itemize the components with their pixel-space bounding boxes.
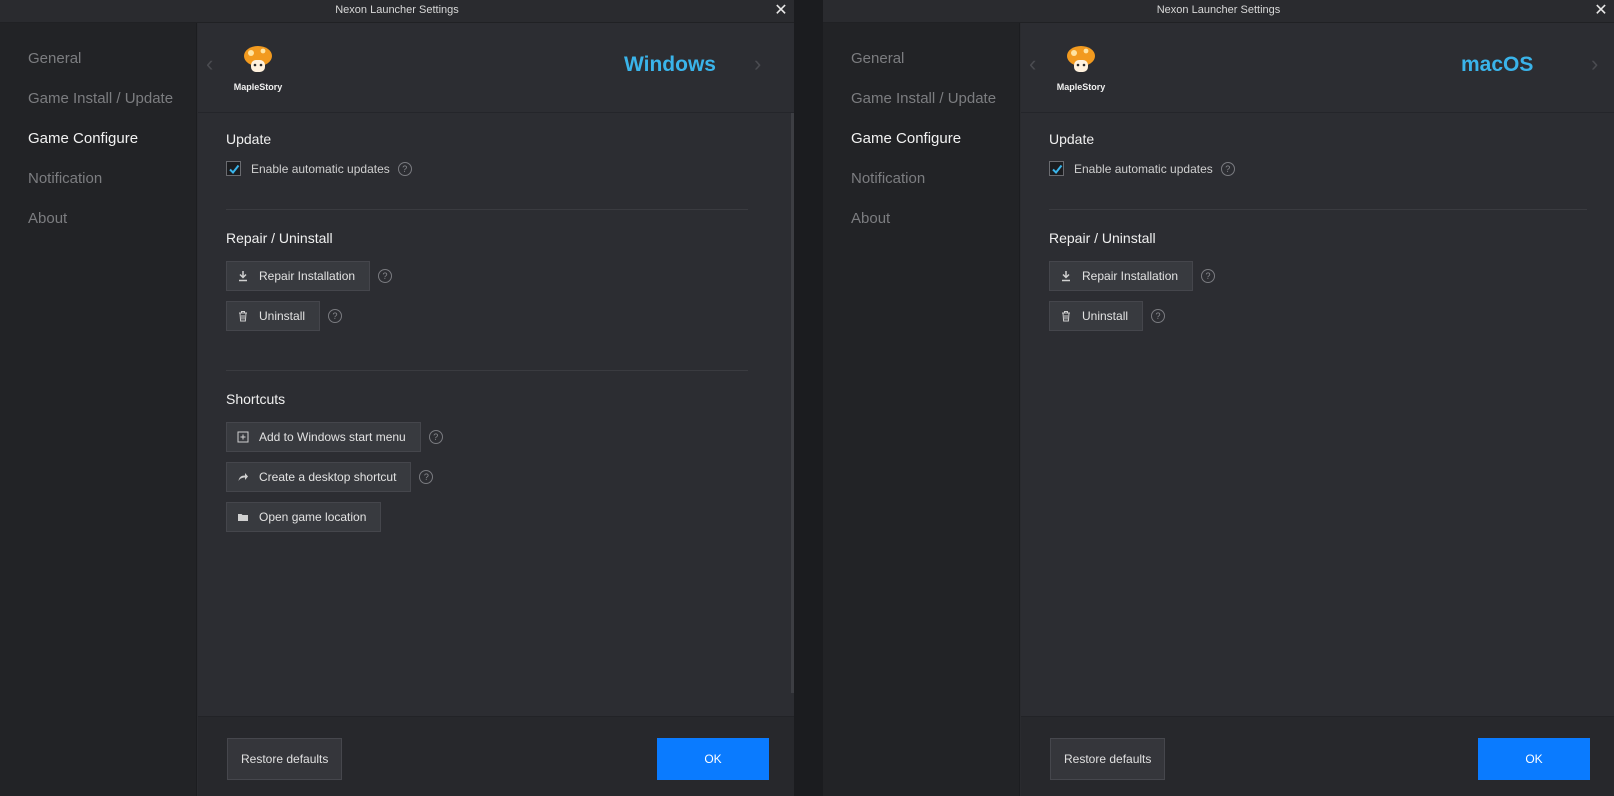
repair-section-title: Repair / Uninstall — [226, 230, 333, 246]
checkmark-icon — [228, 164, 239, 174]
repair-installation-label: Repair Installation — [1082, 269, 1179, 283]
auto-update-row: Enable automatic updates ? — [1049, 161, 1235, 176]
restore-defaults-button[interactable]: Restore defaults — [227, 738, 343, 780]
sidebar-item-game-configure[interactable]: Game Configure — [851, 130, 961, 147]
footer: Restore defaults OK — [1021, 716, 1614, 796]
trash-icon — [1060, 310, 1072, 322]
uninstall-row: Uninstall ? — [1049, 301, 1166, 331]
auto-update-label: Enable automatic updates — [1074, 161, 1213, 176]
desktop-shortcut-row: Create a desktop shortcut ? — [226, 462, 434, 492]
chevron-left-icon[interactable]: ‹ — [1029, 51, 1036, 77]
open-game-location-button[interactable]: Open game location — [226, 502, 382, 532]
game-header: ‹ MapleStory macOS › — [1021, 23, 1614, 113]
close-button[interactable]: ✕ — [772, 1, 790, 21]
main-panel: ‹ MapleStory Windows › Update Enable aut… — [198, 23, 794, 796]
divider — [226, 370, 748, 371]
auto-update-label: Enable automatic updates — [251, 161, 390, 176]
auto-update-checkbox[interactable] — [226, 161, 241, 176]
help-icon[interactable]: ? — [397, 161, 412, 176]
repair-installation-label: Repair Installation — [259, 269, 356, 283]
shortcuts-section-title: Shortcuts — [226, 391, 286, 407]
close-button[interactable]: ✕ — [1592, 1, 1610, 21]
open-game-location-label: Open game location — [259, 510, 367, 524]
window-title: Nexon Launcher Settings — [335, 4, 459, 16]
game-header: ‹ MapleStory Windows › — [198, 23, 794, 113]
folder-icon — [237, 511, 249, 523]
share-arrow-icon — [237, 471, 249, 483]
footer: Restore defaults OK — [198, 716, 794, 796]
auto-update-checkbox[interactable] — [1049, 161, 1064, 176]
chevron-right-icon[interactable]: › — [1591, 51, 1598, 77]
repair-installation-button[interactable]: Repair Installation — [226, 261, 371, 291]
sidebar-item-general[interactable]: General — [28, 50, 81, 67]
settings-window-macos: Nexon Launcher Settings ✕ General Game I… — [823, 0, 1614, 796]
sidebar-item-notification[interactable]: Notification — [28, 170, 102, 187]
ok-button[interactable]: OK — [657, 738, 769, 780]
game-logo: MapleStory — [1053, 45, 1109, 101]
uninstall-label: Uninstall — [259, 309, 306, 323]
update-section-title: Update — [1049, 131, 1095, 147]
help-icon[interactable]: ? — [428, 430, 443, 444]
checkmark-icon — [1051, 164, 1062, 174]
platform-title: macOS — [1461, 53, 1534, 76]
chevron-left-icon[interactable]: ‹ — [206, 51, 213, 77]
repair-section-title: Repair / Uninstall — [1049, 230, 1156, 246]
create-desktop-shortcut-label: Create a desktop shortcut — [259, 470, 397, 484]
download-icon — [237, 270, 249, 282]
add-start-menu-label: Add to Windows start menu — [259, 430, 406, 444]
open-location-row: Open game location — [226, 502, 382, 532]
start-menu-row: Add to Windows start menu ? — [226, 422, 443, 452]
repair-installation-button[interactable]: Repair Installation — [1049, 261, 1194, 291]
game-name: MapleStory — [1056, 82, 1106, 92]
repair-row: Repair Installation ? — [1049, 261, 1216, 291]
divider — [226, 209, 748, 210]
restore-defaults-button[interactable]: Restore defaults — [1050, 738, 1166, 780]
divider — [1049, 209, 1587, 210]
sidebar-item-about[interactable]: About — [851, 210, 890, 227]
game-name: MapleStory — [233, 82, 283, 92]
uninstall-label: Uninstall — [1082, 309, 1129, 323]
chevron-right-icon[interactable]: › — [754, 51, 761, 77]
window-title: Nexon Launcher Settings — [1156, 4, 1281, 16]
sidebar-item-notification[interactable]: Notification — [851, 170, 925, 187]
help-icon[interactable]: ? — [378, 269, 393, 283]
sidebar: General Game Install / Update Game Confi… — [0, 23, 197, 796]
uninstall-row: Uninstall ? — [226, 301, 343, 331]
download-icon — [1060, 270, 1072, 282]
title-bar: Nexon Launcher Settings ✕ — [0, 0, 794, 23]
help-icon[interactable]: ? — [328, 309, 343, 323]
scrollbar[interactable] — [791, 113, 794, 693]
help-icon[interactable]: ? — [1220, 161, 1235, 176]
repair-row: Repair Installation ? — [226, 261, 393, 291]
title-bar: Nexon Launcher Settings ✕ — [823, 0, 1614, 23]
sidebar: General Game Install / Update Game Confi… — [823, 23, 1020, 796]
sidebar-item-about[interactable]: About — [28, 210, 67, 227]
mushroom-icon — [244, 46, 272, 72]
ok-button[interactable]: OK — [1478, 738, 1590, 780]
add-start-menu-button[interactable]: Add to Windows start menu — [226, 422, 421, 452]
create-desktop-shortcut-button[interactable]: Create a desktop shortcut — [226, 462, 412, 492]
help-icon[interactable]: ? — [419, 470, 434, 484]
plus-square-icon — [237, 431, 249, 443]
help-icon[interactable]: ? — [1151, 309, 1166, 323]
help-icon[interactable]: ? — [1201, 269, 1216, 283]
settings-window-windows: Nexon Launcher Settings ✕ General Game I… — [0, 0, 794, 796]
auto-update-row: Enable automatic updates ? — [226, 161, 412, 176]
uninstall-button[interactable]: Uninstall — [226, 301, 321, 331]
game-logo: MapleStory — [230, 45, 286, 101]
sidebar-item-game-install-update[interactable]: Game Install / Update — [851, 90, 996, 107]
mushroom-icon — [1067, 46, 1095, 72]
main-panel: ‹ MapleStory macOS › Update Enable autom… — [1021, 23, 1614, 796]
sidebar-item-game-install-update[interactable]: Game Install / Update — [28, 90, 173, 107]
trash-icon — [237, 310, 249, 322]
sidebar-item-game-configure[interactable]: Game Configure — [28, 130, 138, 147]
uninstall-button[interactable]: Uninstall — [1049, 301, 1144, 331]
sidebar-item-general[interactable]: General — [851, 50, 904, 67]
platform-title: Windows — [624, 53, 716, 76]
update-section-title: Update — [226, 131, 272, 147]
